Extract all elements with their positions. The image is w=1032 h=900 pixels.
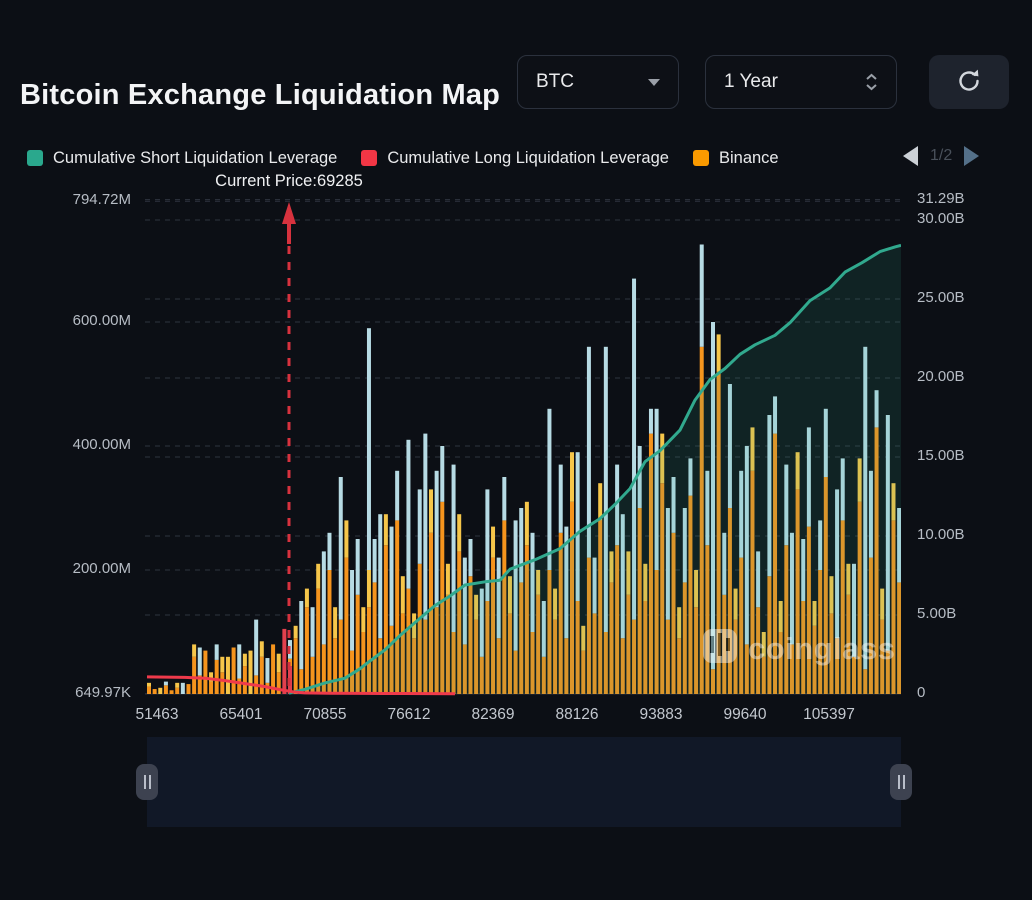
left-axis-tick-label: 400.00M <box>72 436 131 453</box>
legend-swatch-binance <box>692 150 709 166</box>
timeframe-select[interactable]: 1 Year <box>705 55 897 109</box>
up-down-chevrons-icon <box>865 73 878 91</box>
current-price-annotation: Current Price:69285 <box>215 172 363 190</box>
legend-label-long: Cumulative Long Liquidation Leverage <box>387 148 669 167</box>
left-axis-tick-label: 649.97K <box>75 683 131 701</box>
legend-item-binance[interactable]: Binance <box>692 146 779 170</box>
pager-prev-icon[interactable] <box>903 146 918 166</box>
refresh-icon <box>954 66 984 99</box>
right-axis-tick-label: 10.00B <box>917 526 965 543</box>
legend-item-short[interactable]: Cumulative Short Liquidation Leverage <box>27 146 337 170</box>
symbol-select-value: BTC <box>536 71 574 92</box>
pager-page-indicator: 1/2 <box>930 147 953 164</box>
legend-swatch-long <box>361 150 378 166</box>
legend-label-short: Cumulative Short Liquidation Leverage <box>53 148 338 167</box>
legend-pager: 1/2 <box>903 146 980 166</box>
x-axis-tick-label: 82369 <box>471 706 515 723</box>
current-price-arrow-icon <box>282 202 296 224</box>
x-axis-tick-label: 105397 <box>803 706 855 723</box>
right-axis-tick-label: 31.29B <box>917 189 965 207</box>
timeframe-select-value: 1 Year <box>724 71 778 92</box>
navigator-right-handle[interactable] <box>890 764 912 800</box>
legend-label-binance: Binance <box>718 148 779 167</box>
liquidation-map-card: Bitcoin Exchange Liquidation Map BTC 1 Y… <box>0 0 1032 900</box>
x-axis-tick-label: 88126 <box>555 706 599 723</box>
legend: Cumulative Short Liquidation Leverage Cu… <box>27 146 893 170</box>
range-navigator[interactable] <box>136 737 912 827</box>
refresh-button[interactable] <box>929 55 1009 109</box>
legend-swatch-short <box>27 150 43 166</box>
chart-plot-area[interactable] <box>145 190 901 698</box>
x-axis-tick-label: 65401 <box>219 706 263 723</box>
page-title: Bitcoin Exchange Liquidation Map <box>20 79 501 112</box>
right-axis-tick-label: 0 <box>917 684 926 701</box>
right-axis-tick-label: 30.00B <box>917 210 965 227</box>
left-axis-tick-label: 794.72M <box>72 191 131 209</box>
right-axis-tick-label: 5.00B <box>917 605 957 622</box>
right-axis-tick-label: 20.00B <box>917 368 965 385</box>
x-axis-tick-label: 76612 <box>387 706 431 723</box>
chevron-down-icon <box>648 78 660 86</box>
x-axis-tick-label: 93883 <box>639 706 683 723</box>
navigator-left-handle[interactable] <box>136 764 158 800</box>
right-axis-tick-label: 15.00B <box>917 447 965 464</box>
x-axis-tick-label: 99640 <box>723 706 767 723</box>
left-axis-tick-label: 200.00M <box>72 560 131 577</box>
x-axis-tick-label: 70855 <box>303 706 347 723</box>
legend-item-long[interactable]: Cumulative Long Liquidation Leverage <box>361 146 669 170</box>
symbol-select[interactable]: BTC <box>517 55 679 109</box>
pager-next-icon[interactable] <box>964 146 980 166</box>
right-axis-tick-label: 25.00B <box>917 289 965 306</box>
left-axis-tick-label: 600.00M <box>72 312 131 329</box>
x-axis-tick-label: 51463 <box>135 706 179 723</box>
